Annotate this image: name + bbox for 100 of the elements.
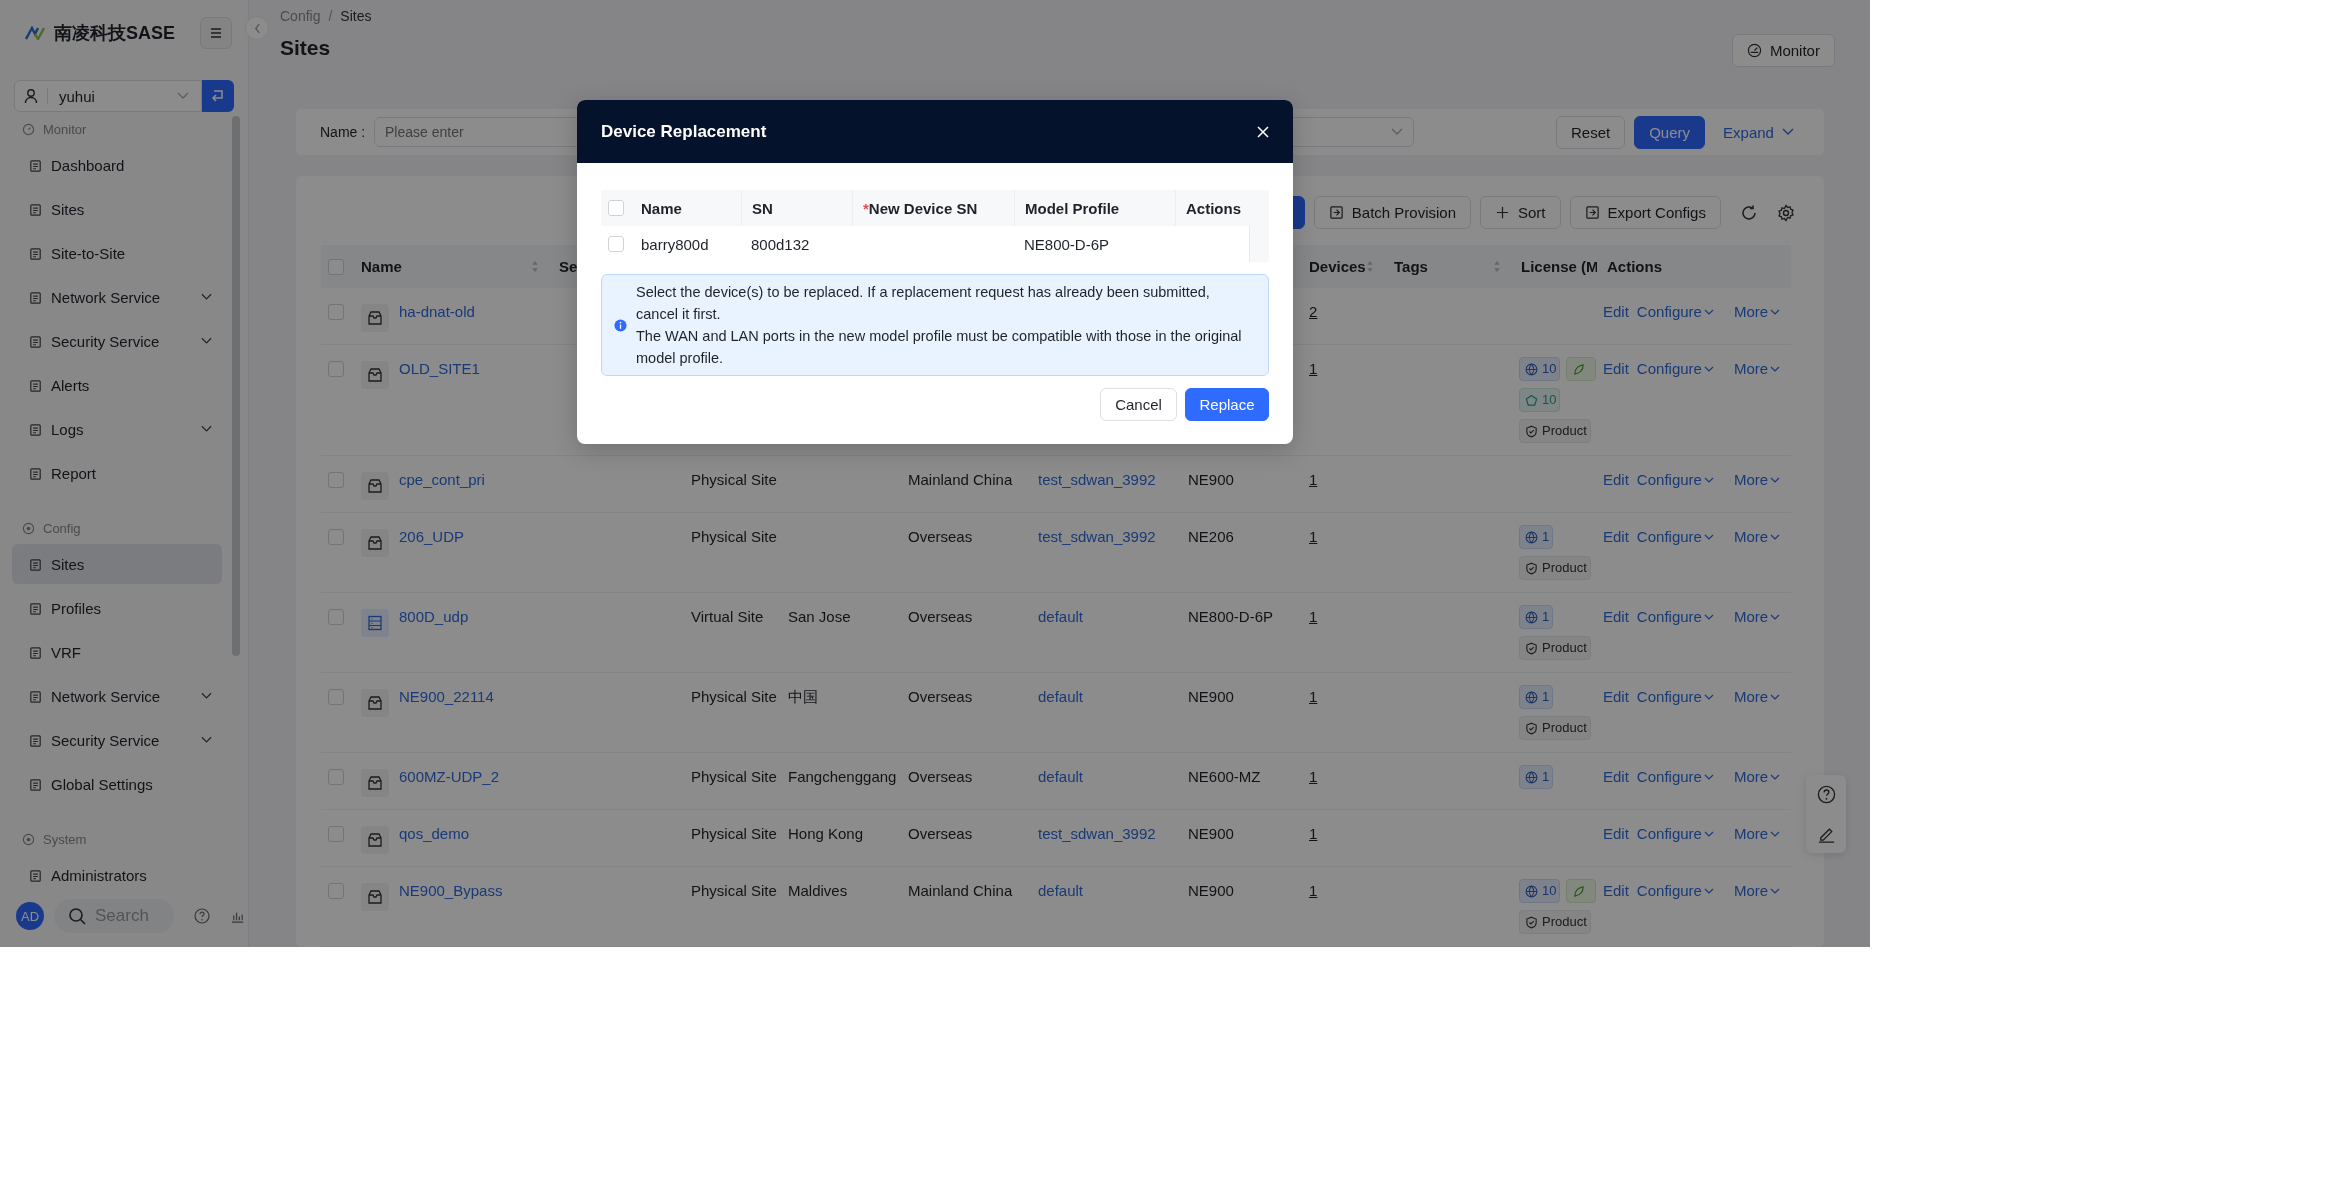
edit-link[interactable]: Edit xyxy=(1603,357,1629,381)
more-link[interactable]: More xyxy=(1733,765,1781,789)
more-link[interactable]: More xyxy=(1733,605,1781,629)
more-link[interactable]: More xyxy=(1733,685,1781,709)
configure-link[interactable]: Configure xyxy=(1636,468,1714,492)
sort-icon[interactable] xyxy=(531,260,539,273)
edit-link[interactable]: Edit xyxy=(1603,685,1629,709)
site-name-link[interactable]: NE900_22114 xyxy=(399,685,494,709)
profile-link[interactable]: default xyxy=(1038,688,1084,705)
nav-item[interactable]: Security Service xyxy=(12,720,222,760)
configure-link[interactable]: Configure xyxy=(1636,765,1714,789)
checkbox[interactable] xyxy=(328,472,344,488)
query-button[interactable]: Query xyxy=(1634,115,1706,149)
profile-link[interactable]: default xyxy=(1038,882,1084,899)
sort-icon[interactable] xyxy=(1493,260,1501,273)
more-link[interactable]: More xyxy=(1733,525,1781,549)
settings-icon[interactable] xyxy=(1776,203,1795,222)
more-link[interactable]: More xyxy=(1733,300,1781,324)
configure-link[interactable]: Configure xyxy=(1636,605,1714,629)
profile-link[interactable]: test_sdwan_3992 xyxy=(1038,471,1156,488)
monitor-button[interactable]: Monitor xyxy=(1731,34,1835,67)
nav-item[interactable]: Site-to-Site xyxy=(12,233,222,273)
checkbox[interactable] xyxy=(608,200,624,216)
help-icon[interactable] xyxy=(1816,785,1836,804)
device-count-link[interactable]: 1 xyxy=(1309,768,1318,785)
toolbar-button[interactable]: Export Configs xyxy=(1569,196,1721,229)
checkbox[interactable] xyxy=(328,361,344,377)
edit-link[interactable]: Edit xyxy=(1603,879,1629,903)
help-icon[interactable] xyxy=(194,908,210,924)
edit-link[interactable]: Edit xyxy=(1603,822,1629,846)
nav-item[interactable]: Global Settings xyxy=(12,764,222,804)
reset-button[interactable]: Reset xyxy=(1556,115,1626,149)
checkbox[interactable] xyxy=(328,304,344,320)
profile-link[interactable]: test_sdwan_3992 xyxy=(1038,528,1156,545)
switch-button[interactable] xyxy=(202,80,234,112)
device-count-link[interactable]: 1 xyxy=(1309,882,1318,899)
refresh-icon[interactable] xyxy=(1739,203,1758,222)
user-avatar[interactable]: AD xyxy=(16,902,44,930)
configure-link[interactable]: Configure xyxy=(1636,300,1714,324)
nav-item[interactable]: VRF xyxy=(12,632,222,672)
site-name-link[interactable]: OLD_SITE1 xyxy=(399,357,480,381)
site-name-link[interactable]: ha-dnat-old xyxy=(399,300,475,324)
menu-button[interactable] xyxy=(200,17,232,49)
edit-link[interactable]: Edit xyxy=(1603,765,1629,789)
nav-item[interactable]: Network Service xyxy=(12,277,222,317)
site-name-link[interactable]: 206_UDP xyxy=(399,525,465,549)
device-count-link[interactable]: 2 xyxy=(1309,303,1318,320)
checkbox[interactable] xyxy=(328,609,344,625)
site-name-link[interactable]: qos_demo xyxy=(399,822,470,846)
nav-item[interactable]: Security Service xyxy=(12,321,222,361)
edit-link[interactable]: Edit xyxy=(1603,468,1629,492)
configure-link[interactable]: Configure xyxy=(1636,879,1714,903)
more-link[interactable]: More xyxy=(1733,357,1781,381)
nav-item[interactable]: Profiles xyxy=(12,588,222,628)
configure-link[interactable]: Configure xyxy=(1636,357,1714,381)
checkbox[interactable] xyxy=(328,769,344,785)
more-link[interactable]: More xyxy=(1733,822,1781,846)
expand-link[interactable]: Expand xyxy=(1717,122,1800,142)
scrollbar[interactable] xyxy=(232,116,240,656)
device-count-link[interactable]: 1 xyxy=(1309,825,1318,842)
nav-item[interactable]: Administrators xyxy=(12,855,222,895)
device-count-link[interactable]: 1 xyxy=(1309,528,1318,545)
device-count-link[interactable]: 1 xyxy=(1309,688,1318,705)
nav-item[interactable]: Network Service xyxy=(12,676,222,716)
more-link[interactable]: More xyxy=(1733,879,1781,903)
toolbar-button[interactable]: Batch Provision xyxy=(1313,196,1471,229)
checkbox[interactable] xyxy=(608,236,624,252)
nav-item[interactable]: Report xyxy=(12,453,222,493)
edit-link[interactable]: Edit xyxy=(1603,525,1629,549)
device-count-link[interactable]: 1 xyxy=(1309,471,1318,488)
more-link[interactable]: More xyxy=(1733,468,1781,492)
nav-item[interactable]: Sites xyxy=(12,189,222,229)
cancel-button[interactable]: Cancel xyxy=(1100,388,1177,421)
checkbox[interactable] xyxy=(328,883,344,899)
site-name-link[interactable]: cpe_cont_pri xyxy=(399,468,485,492)
sort-icon[interactable] xyxy=(1366,260,1374,273)
configure-link[interactable]: Configure xyxy=(1636,685,1714,709)
nav-item[interactable]: Logs xyxy=(12,409,222,449)
configure-link[interactable]: Configure xyxy=(1636,525,1714,549)
replace-button[interactable]: Replace xyxy=(1185,388,1269,421)
profile-link[interactable]: test_sdwan_3992 xyxy=(1038,825,1156,842)
breadcrumb-link[interactable]: Config xyxy=(280,8,321,24)
close-icon[interactable] xyxy=(1256,124,1270,139)
checkbox[interactable] xyxy=(328,258,344,275)
user-select[interactable]: yuhui xyxy=(14,80,202,112)
device-count-link[interactable]: 1 xyxy=(1309,608,1318,625)
nav-item[interactable]: Alerts xyxy=(12,365,222,405)
checkbox[interactable] xyxy=(328,689,344,705)
checkbox[interactable] xyxy=(328,529,344,545)
profile-link[interactable]: default xyxy=(1038,768,1084,785)
nav-item[interactable]: Dashboard xyxy=(12,145,222,185)
site-name-link[interactable]: 800D_udp xyxy=(399,605,469,629)
edit-link[interactable]: Edit xyxy=(1603,605,1629,629)
toolbar-button[interactable]: Sort xyxy=(1480,196,1561,229)
device-count-link[interactable]: 1 xyxy=(1309,360,1318,377)
edit-link[interactable]: Edit xyxy=(1603,300,1629,324)
site-name-link[interactable]: NE900_Bypass xyxy=(399,879,503,903)
collapse-button[interactable] xyxy=(245,16,269,40)
configure-link[interactable]: Configure xyxy=(1636,822,1714,846)
site-name-link[interactable]: 600MZ-UDP_2 xyxy=(399,765,500,789)
